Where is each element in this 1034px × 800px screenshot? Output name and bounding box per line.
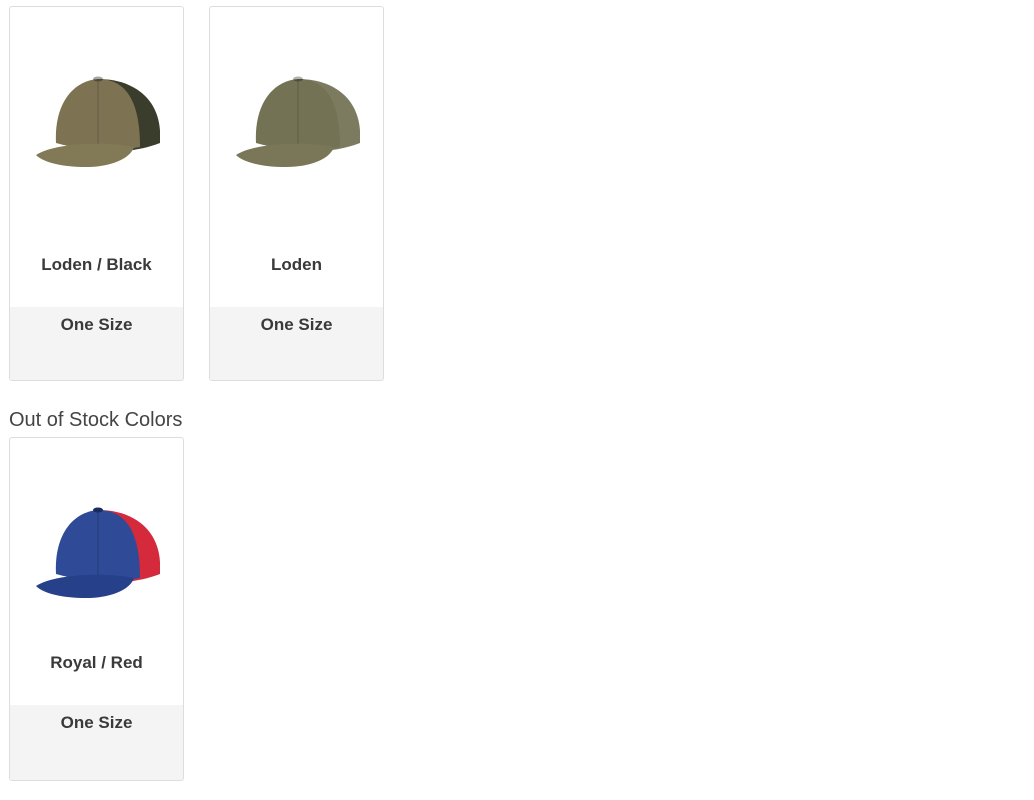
color-selection-page: Loden / Black One Size Loden One Size Ou… xyxy=(0,0,1034,800)
size-option[interactable]: One Size xyxy=(210,315,383,335)
size-area: One Size xyxy=(10,307,183,380)
cap-bill xyxy=(36,143,134,167)
cap-bill xyxy=(36,574,134,598)
product-image xyxy=(10,438,183,648)
size-area: One Size xyxy=(210,307,383,380)
color-card-royal-red[interactable]: Royal / Red One Size xyxy=(9,437,184,781)
product-image xyxy=(10,7,183,247)
color-card-loden[interactable]: Loden One Size xyxy=(209,6,384,381)
trucker-cap-icon xyxy=(36,507,160,598)
out-of-stock-heading: Out of Stock Colors xyxy=(9,409,183,431)
size-area: One Size xyxy=(10,705,183,780)
color-card-loden-black[interactable]: Loden / Black One Size xyxy=(9,6,184,381)
color-name-label: Royal / Red xyxy=(50,653,143,672)
size-option[interactable]: One Size xyxy=(10,713,183,733)
color-name-label: Loden xyxy=(271,255,322,274)
trucker-cap-icon xyxy=(36,76,160,167)
trucker-cap-icon xyxy=(236,76,360,167)
product-image xyxy=(210,7,383,247)
cap-bill xyxy=(236,143,334,167)
color-name-label: Loden / Black xyxy=(41,255,152,274)
size-option[interactable]: One Size xyxy=(10,315,183,335)
